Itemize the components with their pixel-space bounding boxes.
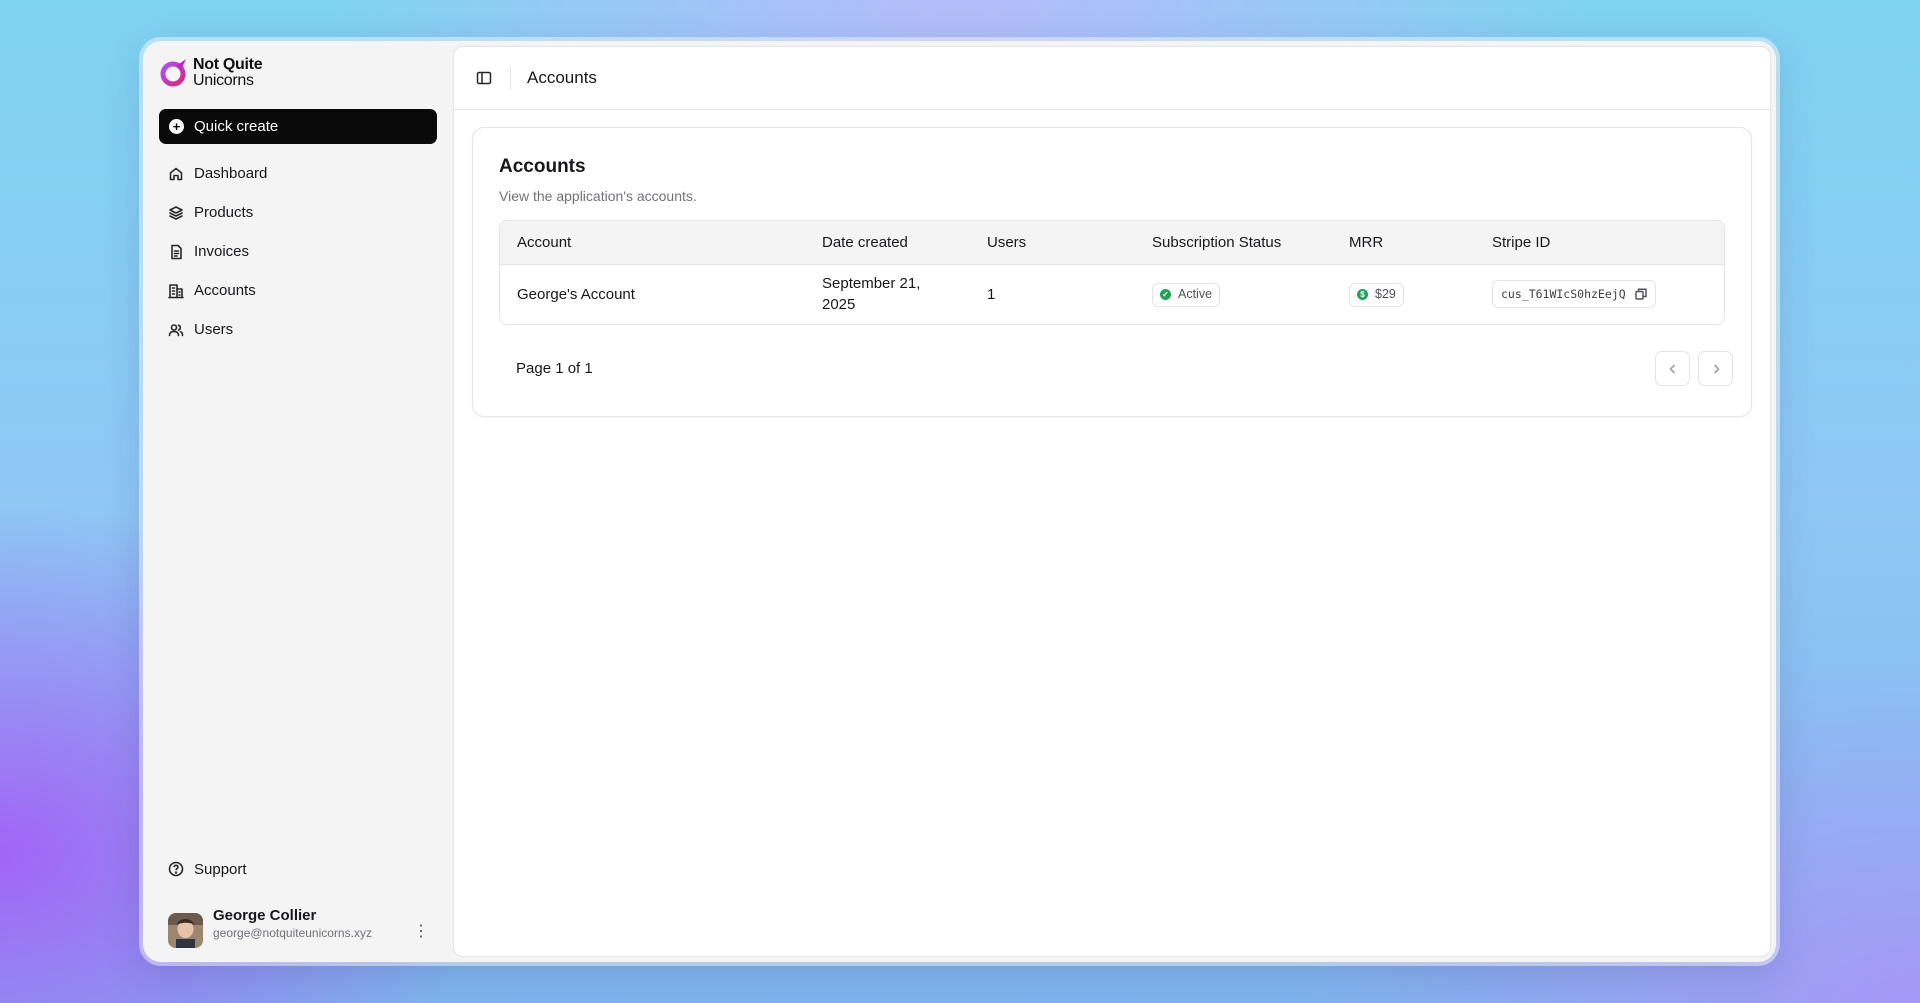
users-count-cell: 1: [987, 285, 996, 303]
accounts-table: Account Date created Users Subscription …: [499, 220, 1725, 325]
check-circle-icon: ✓: [1160, 289, 1171, 300]
sidebar-item-dashboard[interactable]: Dashboard: [159, 154, 437, 193]
sidebar-item-label: Users: [194, 321, 234, 338]
account-name-cell: George's Account: [517, 285, 635, 303]
support-label: Support: [194, 860, 247, 878]
content-area: Accounts View the application's accounts…: [454, 110, 1770, 434]
column-header-date-created[interactable]: Date created: [805, 221, 970, 265]
sidebar-item-invoices[interactable]: Invoices: [159, 232, 437, 271]
status-badge-label: Active: [1178, 287, 1213, 301]
sidebar-toggle-icon[interactable]: [476, 70, 492, 86]
mrr-value: $29: [1375, 287, 1396, 301]
table-header-row: Account Date created Users Subscription …: [500, 221, 1724, 265]
mrr-badge: $ $29: [1349, 282, 1404, 307]
card-title: Accounts: [499, 156, 586, 177]
users-icon: [168, 323, 184, 336]
quick-create-label: Quick create: [194, 118, 279, 135]
page-title: Accounts: [527, 68, 597, 87]
home-icon: [169, 167, 183, 180]
column-header-account[interactable]: Account: [500, 221, 805, 265]
brand-name-line2: Unicorns: [193, 72, 254, 89]
plus-circle-icon: +: [169, 119, 184, 134]
brand-logo[interactable]: Not Quite Unicorns: [159, 53, 437, 93]
card-description: View the application's accounts.: [499, 188, 697, 204]
help-circle-icon: [168, 861, 184, 877]
stripe-id-cell: cus_T61WIcS0hzEejQ: [1475, 264, 1724, 324]
chevron-right-icon: [1713, 363, 1720, 374]
sidebar-item-products[interactable]: Products: [159, 193, 437, 232]
sidebar-item-label: Invoices: [194, 243, 250, 260]
stripe-id-value: cus_T61WIcS0hzEejQ: [1501, 286, 1626, 301]
sidebar-item-label: Accounts: [194, 282, 256, 299]
unicorn-logo-icon: [159, 58, 189, 88]
pagination-controls: [1655, 351, 1733, 386]
quick-create-button[interactable]: + Quick create: [159, 109, 437, 144]
building-icon: [168, 283, 184, 298]
sidebar: Not Quite Unicorns + Quick create Dashbo…: [143, 41, 453, 962]
column-header-stripe-id[interactable]: Stripe ID: [1475, 221, 1724, 265]
app-window: Not Quite Unicorns + Quick create Dashbo…: [143, 41, 1776, 962]
pagination-label: Page 1 of 1: [516, 360, 593, 377]
date-created-value: September 21, 2025: [822, 275, 921, 314]
table-row[interactable]: George's Account September 21, 2025 1 ✓ …: [500, 264, 1724, 324]
main-content: Accounts Accounts View the application's…: [453, 46, 1771, 957]
top-bar: Accounts: [454, 47, 1770, 110]
dollar-circle-icon: $: [1357, 289, 1368, 300]
file-icon: [171, 244, 182, 259]
sidebar-item-label: Products: [194, 204, 254, 221]
more-vertical-icon[interactable]: ⋮: [413, 921, 429, 941]
user-email: george@notquiteunicorns.xyz: [213, 926, 372, 940]
column-header-users[interactable]: Users: [970, 221, 1135, 265]
status-badge: ✓ Active: [1152, 282, 1221, 307]
column-header-mrr[interactable]: MRR: [1332, 221, 1475, 265]
chevron-left-icon: [1668, 363, 1675, 374]
next-page-button[interactable]: [1698, 351, 1733, 386]
previous-page-button[interactable]: [1655, 351, 1690, 386]
column-header-subscription-status[interactable]: Subscription Status: [1135, 221, 1332, 265]
sidebar-nav: Dashboard Products Invoices Accounts Use…: [159, 154, 437, 349]
user-name: George Collier: [213, 907, 317, 924]
copy-icon: [1634, 288, 1647, 300]
layers-icon: [169, 205, 183, 220]
date-created-cell: September 21, 2025: [805, 264, 970, 324]
accounts-card: Accounts View the application's accounts…: [472, 127, 1752, 417]
sidebar-item-accounts[interactable]: Accounts: [159, 271, 437, 310]
support-link[interactable]: Support: [159, 851, 437, 887]
subscription-status-cell: ✓ Active: [1135, 264, 1332, 324]
avatar: [168, 913, 203, 948]
mrr-cell: $ $29: [1332, 264, 1475, 324]
stripe-id-copy-button[interactable]: cus_T61WIcS0hzEejQ: [1492, 280, 1656, 309]
sidebar-item-label: Dashboard: [194, 165, 268, 182]
brand-name: Not Quite Unicorns: [193, 56, 263, 89]
divider: [510, 67, 511, 89]
user-profile[interactable]: George Collier george@notquiteunicorns.x…: [159, 897, 437, 948]
pagination: Page 1 of 1: [499, 351, 1733, 386]
user-info: George Collier george@notquiteunicorns.x…: [213, 907, 388, 942]
brand-name-line1: Not Quite: [193, 56, 263, 73]
sidebar-footer: Support George Collier george@notquiteun…: [159, 851, 437, 948]
sidebar-item-users[interactable]: Users: [159, 310, 437, 349]
